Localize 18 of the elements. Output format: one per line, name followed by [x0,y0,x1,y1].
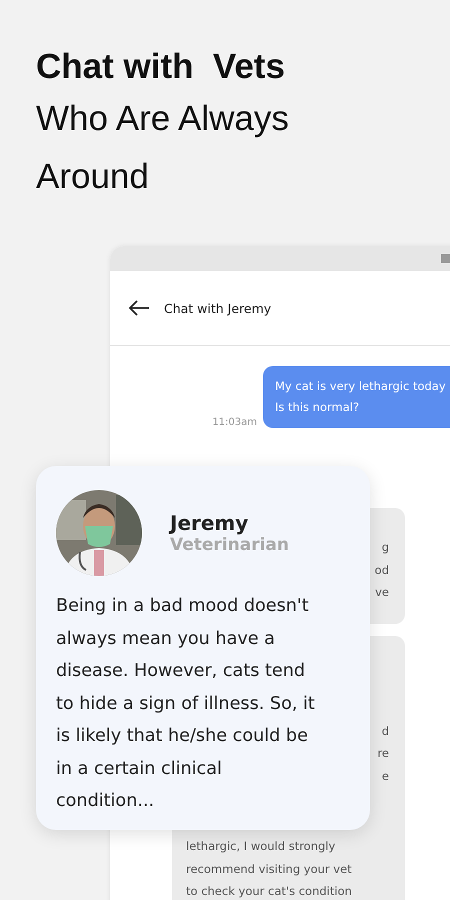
vet-reply: Being in a bad mood doesn't always mean you have a disease. However, cats tend to hide a sign of illness. So, it is likely that he/she could be in a certain clinical condition... [56,595,316,813]
message-line: od [374,562,389,578]
headline-line: Around [36,156,150,198]
message-line: re [377,745,389,762]
chat-title: Chat with Jeremy [164,300,272,316]
sent-message: My cat is very lethargic today Is this normal? [263,366,450,428]
message-line: lethargic, I would strongly [186,838,336,855]
headline-line: Who Are Always [36,98,290,140]
message-time: 11:03am [212,417,257,428]
headline: Chat with Vets [36,46,286,88]
message-line: g [382,539,389,556]
message-line: d [382,722,389,740]
message-line: recommend visiting your vet [186,860,352,878]
message-line: ve [375,584,389,601]
message-line: to check your cat's condition [186,883,352,900]
vet-name: Jeremy [170,511,250,535]
vet-role: Veterinarian [170,535,289,555]
message-line: e [382,768,389,784]
